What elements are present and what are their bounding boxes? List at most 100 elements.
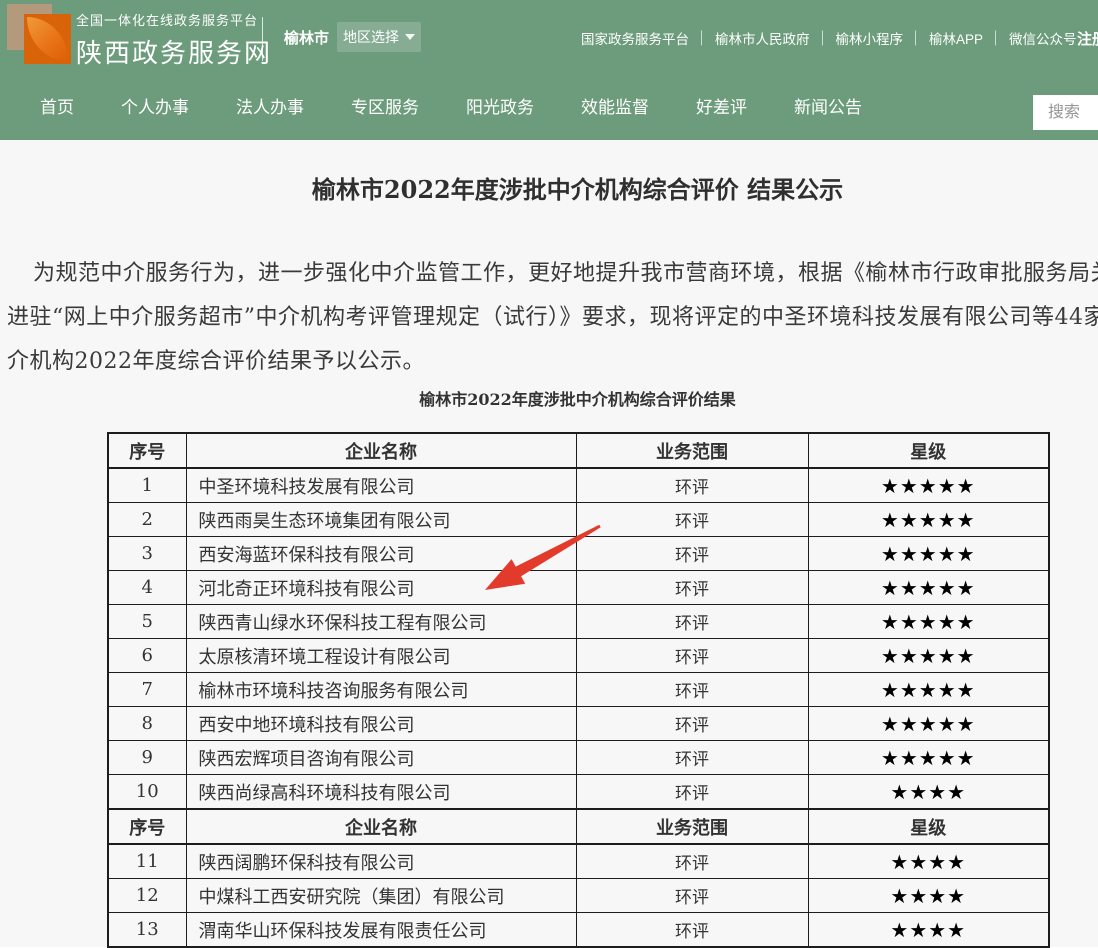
cell-no: 10 (108, 775, 186, 810)
column-header: 星级 (808, 809, 1049, 844)
cell-stars: ★★★★★ (808, 639, 1049, 673)
paragraph-line: 介机构2022年度综合评价结果予以公示。 (7, 340, 1098, 384)
cell-scope: 环评 (576, 844, 808, 879)
cell-name: 河北奇正环境科技有限公司 (186, 571, 576, 605)
column-header: 星级 (808, 433, 1049, 468)
cell-no: 5 (108, 605, 186, 639)
cell-scope: 环评 (576, 468, 808, 503)
table-header-row: 序号企业名称业务范围星级 (108, 433, 1049, 468)
cell-stars: ★★★★★ (808, 503, 1049, 537)
cell-no: 4 (108, 571, 186, 605)
cell-stars: ★★★★ (808, 775, 1049, 810)
cell-name: 陕西尚绿高科环境科技有限公司 (186, 775, 576, 810)
register-link[interactable]: 注册 (1077, 28, 1098, 49)
cell-scope: 环评 (576, 503, 808, 537)
table-row: 3西安海蓝环保科技有限公司环评★★★★★ (108, 537, 1049, 571)
cell-stars: ★★★★ (808, 879, 1049, 913)
cell-stars: ★★★★ (808, 913, 1049, 948)
header-link[interactable]: 榆林小程序 (823, 28, 917, 48)
current-city: 榆林市 (284, 27, 329, 48)
table-caption: 榆林市2022年度涉批中介机构综合评价结果 (0, 386, 1098, 410)
cell-scope: 环评 (576, 537, 808, 571)
paragraph-line: 为规范中介服务行为，进一步强化中介监管工作，更好地提升我市营商环境，根据《榆林市… (7, 252, 1098, 296)
table-row: 13渭南华山环保科技发展有限责任公司环评★★★★ (108, 913, 1049, 948)
table-row: 6太原核清环境工程设计有限公司环评★★★★★ (108, 639, 1049, 673)
nav-item[interactable]: 首页 (40, 76, 74, 140)
cell-name: 榆林市环境科技咨询服务有限公司 (186, 673, 576, 707)
cell-scope: 环评 (576, 707, 808, 741)
table-row: 9陕西宏辉项目咨询有限公司环评★★★★★ (108, 741, 1049, 775)
header-link[interactable]: 国家政务服务平台 (568, 28, 702, 48)
cell-stars: ★★★★★ (808, 605, 1049, 639)
nav-item[interactable]: 效能监督 (581, 76, 649, 140)
table-row: 7榆林市环境科技咨询服务有限公司环评★★★★★ (108, 673, 1049, 707)
cell-no: 3 (108, 537, 186, 571)
cell-name: 中煤科工西安研究院（集团）有限公司 (186, 879, 576, 913)
nav-item[interactable]: 新闻公告 (794, 76, 862, 140)
nav-item[interactable]: 个人办事 (121, 76, 189, 140)
header-divider (262, 17, 263, 61)
cell-name: 西安中地环境科技有限公司 (186, 707, 576, 741)
cell-name: 中圣环境科技发展有限公司 (186, 468, 576, 503)
cell-no: 13 (108, 913, 186, 948)
column-header: 序号 (108, 809, 186, 844)
cell-no: 11 (108, 844, 186, 879)
cell-stars: ★★★★★ (808, 707, 1049, 741)
header-link[interactable]: 榆林APP (916, 28, 996, 48)
cell-name: 西安海蓝环保科技有限公司 (186, 537, 576, 571)
header-link[interactable]: 榆林市人民政府 (702, 28, 823, 48)
cell-no: 1 (108, 468, 186, 503)
chevron-down-icon (405, 34, 415, 40)
cell-no: 9 (108, 741, 186, 775)
nav-item[interactable]: 专区服务 (351, 76, 419, 140)
main-nav: 首页 个人办事 法人办事 专区服务 阳光政务 效能监督 好差评 新闻公告 (0, 76, 1098, 140)
evaluation-table: 序号企业名称业务范围星级1中圣环境科技发展有限公司环评★★★★★2陕西雨昊生态环… (107, 432, 1050, 948)
cell-no: 2 (108, 503, 186, 537)
column-header: 业务范围 (576, 433, 808, 468)
table-row: 8西安中地环境科技有限公司环评★★★★★ (108, 707, 1049, 741)
cell-no: 8 (108, 707, 186, 741)
column-header: 企业名称 (186, 809, 576, 844)
header-quick-links: 国家政务服务平台 榆林市人民政府 榆林小程序 榆林APP 微信公众号 (568, 0, 1090, 76)
site-name: 陕西政务服务网 (76, 33, 272, 70)
logo-front-square (24, 14, 71, 64)
nav-item[interactable]: 法人办事 (236, 76, 304, 140)
region-selector-label: 地区选择 (343, 27, 399, 47)
region-selector-button[interactable]: 地区选择 (337, 22, 421, 52)
page-title: 榆林市2022年度涉批中介机构综合评价 结果公示 (0, 170, 1098, 205)
table-row: 5陕西青山绿水环保科技工程有限公司环评★★★★★ (108, 605, 1049, 639)
cell-stars: ★★★★★ (808, 741, 1049, 775)
leaf-icon (27, 17, 68, 61)
paragraph-line: 进驻“网上中介服务超市”中介机构考评管理规定（试行）》要求，现将评定的中圣环境科… (7, 296, 1098, 340)
site-logo[interactable] (7, 4, 73, 70)
cell-scope: 环评 (576, 913, 808, 948)
site-header: 全国一体化在线政务服务平台 陕西政务服务网 榆林市 地区选择 国家政务服务平台 … (0, 0, 1098, 76)
cell-scope: 环评 (576, 775, 808, 810)
evaluation-table-body: 序号企业名称业务范围星级1中圣环境科技发展有限公司环评★★★★★2陕西雨昊生态环… (108, 433, 1049, 947)
cell-no: 7 (108, 673, 186, 707)
table-row: 1中圣环境科技发展有限公司环评★★★★★ (108, 468, 1049, 503)
cell-name: 太原核清环境工程设计有限公司 (186, 639, 576, 673)
cell-name: 渭南华山环保科技发展有限责任公司 (186, 913, 576, 948)
cell-stars: ★★★★ (808, 844, 1049, 879)
cell-stars: ★★★★★ (808, 673, 1049, 707)
cell-name: 陕西雨昊生态环境集团有限公司 (186, 503, 576, 537)
brand-block: 全国一体化在线政务服务平台 陕西政务服务网 (76, 10, 272, 70)
search-input[interactable] (1033, 95, 1098, 130)
cell-scope: 环评 (576, 571, 808, 605)
table-row: 2陕西雨昊生态环境集团有限公司环评★★★★★ (108, 503, 1049, 537)
cell-name: 陕西宏辉项目咨询有限公司 (186, 741, 576, 775)
cell-no: 6 (108, 639, 186, 673)
cell-name: 陕西青山绿水环保科技工程有限公司 (186, 605, 576, 639)
table-row: 4河北奇正环境科技有限公司环评★★★★★ (108, 571, 1049, 605)
cell-no: 12 (108, 879, 186, 913)
cell-stars: ★★★★★ (808, 468, 1049, 503)
nav-items: 首页 个人办事 法人办事 专区服务 阳光政务 效能监督 好差评 新闻公告 (0, 76, 1098, 140)
nav-item[interactable]: 阳光政务 (466, 76, 534, 140)
cell-scope: 环评 (576, 879, 808, 913)
column-header: 企业名称 (186, 433, 576, 468)
header-link[interactable]: 微信公众号 (996, 28, 1090, 48)
announcement-paragraph: 为规范中介服务行为，进一步强化中介监管工作，更好地提升我市营商环境，根据《榆林市… (7, 252, 1098, 384)
nav-item[interactable]: 好差评 (696, 76, 747, 140)
cell-scope: 环评 (576, 605, 808, 639)
